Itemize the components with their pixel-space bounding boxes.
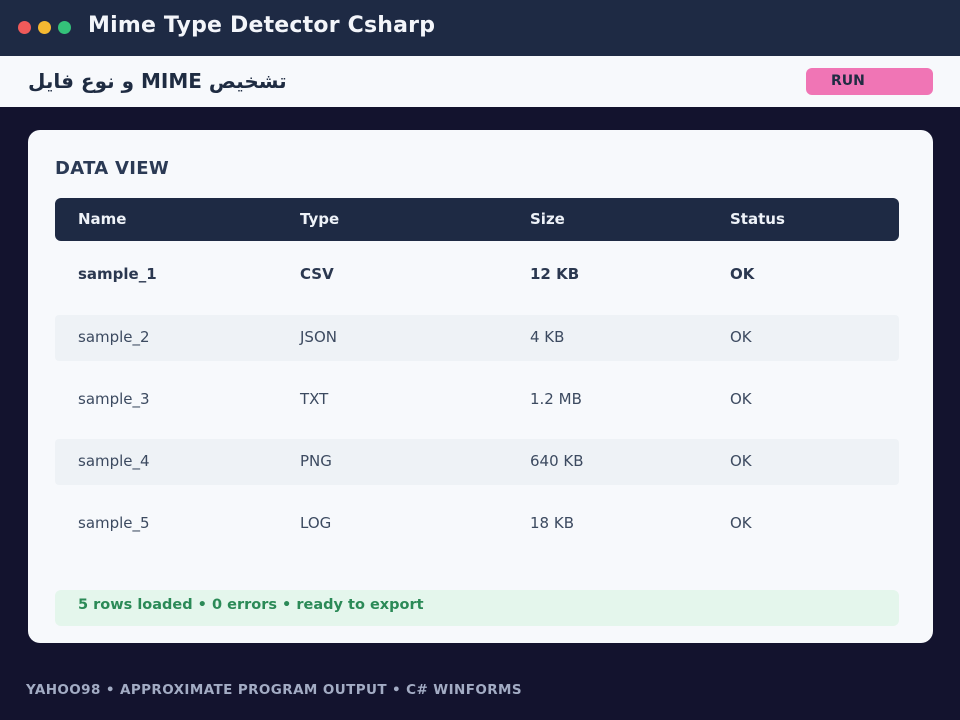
column-header-name[interactable]: Name: [78, 210, 126, 228]
table-row[interactable]: sample_5 LOG 18 KB OK: [55, 501, 899, 547]
status-message: 5 rows loaded • 0 errors • ready to expo…: [55, 590, 899, 626]
table-row[interactable]: sample_4 PNG 640 KB OK: [55, 439, 899, 485]
cell-size: 12 KB: [530, 265, 580, 283]
data-view-card: DATA VIEW Name Type Size Status sample_1…: [28, 130, 933, 643]
cell-size: 18 KB: [530, 514, 574, 532]
cell-name: sample_4: [78, 452, 150, 470]
header-bar: تشخیص MIME و نوع فایل RUN: [0, 56, 960, 107]
column-header-size[interactable]: Size: [530, 210, 565, 228]
cell-type: TXT: [300, 390, 329, 408]
cell-size: 1.2 MB: [530, 390, 582, 408]
section-title: DATA VIEW: [55, 158, 170, 179]
cell-name: sample_1: [78, 265, 157, 283]
cell-status: OK: [730, 328, 752, 346]
cell-status: OK: [730, 514, 752, 532]
column-header-type[interactable]: Type: [300, 210, 339, 228]
cell-status: OK: [730, 452, 752, 470]
cell-status: OK: [730, 265, 755, 283]
cell-type: LOG: [300, 514, 332, 532]
page-title: تشخیص MIME و نوع فایل: [28, 69, 287, 93]
footer-caption: YAHOO98 • APPROXIMATE PROGRAM OUTPUT • C…: [26, 682, 522, 698]
cell-type: JSON: [300, 328, 337, 346]
cell-type: CSV: [300, 265, 334, 283]
cell-name: sample_5: [78, 514, 150, 532]
run-button[interactable]: RUN: [806, 68, 933, 95]
cell-name: sample_2: [78, 328, 150, 346]
table-row[interactable]: sample_1 CSV 12 KB OK: [55, 252, 899, 298]
column-header-status[interactable]: Status: [730, 210, 785, 228]
table-row[interactable]: sample_3 TXT 1.2 MB OK: [55, 377, 899, 423]
cell-status: OK: [730, 390, 752, 408]
close-window-icon[interactable]: [18, 21, 31, 34]
cell-size: 640 KB: [530, 452, 584, 470]
maximize-window-icon[interactable]: [58, 21, 71, 34]
cell-size: 4 KB: [530, 328, 565, 346]
table-header: Name Type Size Status: [55, 198, 899, 241]
title-bar: Mime Type Detector Csharp: [0, 0, 960, 56]
minimize-window-icon[interactable]: [38, 21, 51, 34]
cell-name: sample_3: [78, 390, 150, 408]
table-row[interactable]: sample_2 JSON 4 KB OK: [55, 315, 899, 361]
app-title: Mime Type Detector Csharp: [88, 13, 436, 38]
cell-type: PNG: [300, 452, 332, 470]
